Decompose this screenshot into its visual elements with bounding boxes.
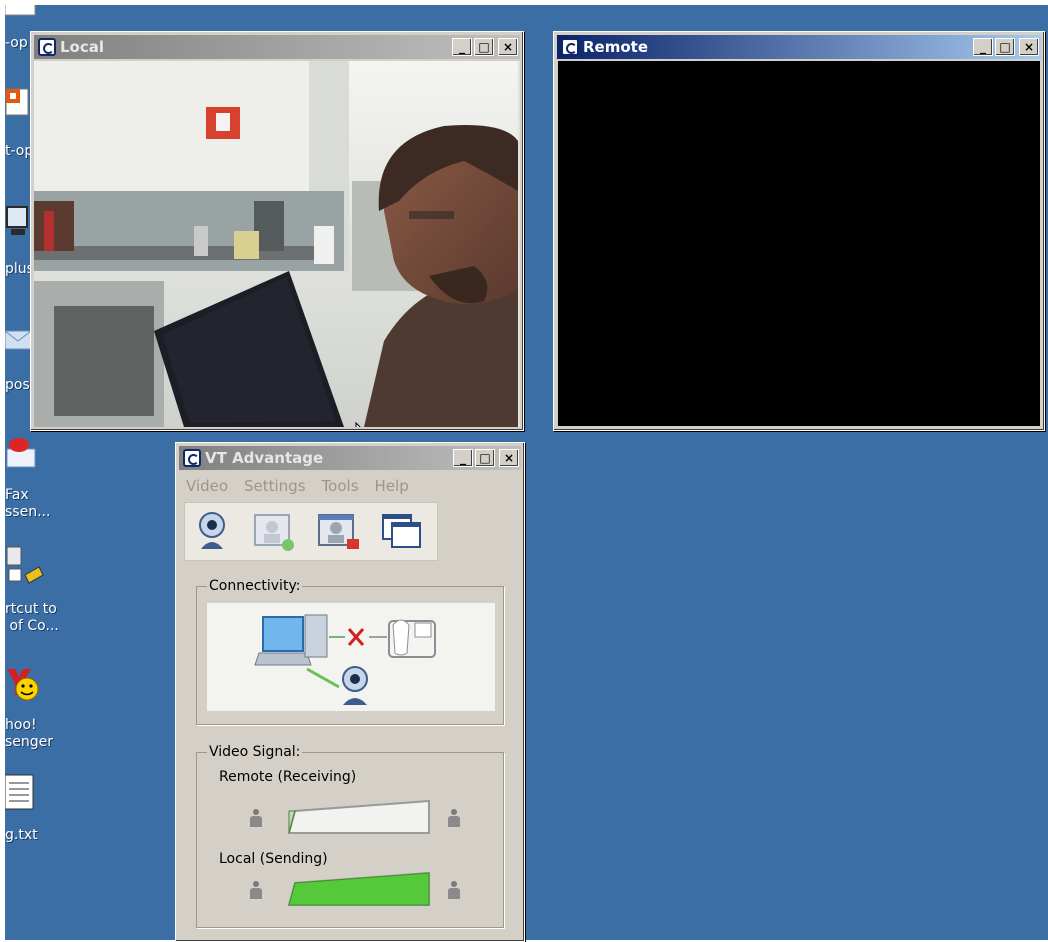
vt-app-icon [183, 449, 201, 467]
remote-signal-label: Remote (Receiving) [219, 769, 357, 785]
connectivity-legend: Connectivity: [207, 578, 303, 594]
text-file-icon [5, 774, 34, 810]
vt-app-icon [561, 38, 579, 56]
add-video-icon[interactable] [251, 509, 297, 553]
toolbar [184, 502, 438, 561]
menu-bar: Video Settings Tools Help [186, 477, 409, 495]
local-signal-meter [287, 871, 430, 906]
video-signal-group: Video Signal: Remote (Receiving) Local (… [196, 744, 504, 928]
yahoo-messenger-icon [7, 669, 39, 701]
person-icon [447, 881, 461, 899]
computer-icon [254, 614, 328, 666]
desktop-icon-label: g.txt [5, 827, 38, 843]
person-icon [249, 809, 263, 827]
local-camera-image [34, 61, 518, 427]
menu-settings[interactable]: Settings [244, 477, 306, 495]
vt-titlebar[interactable]: VT Advantage _ □ × [179, 446, 521, 470]
desktop-icon-label: Fax ssen... [5, 487, 51, 520]
desktop-icon-fax[interactable]: Fax ssen... [5, 435, 75, 525]
minimize-button[interactable]: _ [452, 38, 472, 56]
minimize-button[interactable]: _ [973, 38, 993, 56]
connectivity-group: Connectivity: [196, 578, 504, 725]
vt-advantage-window[interactable]: VT Advantage _ □ × Video Settings Tools … [175, 442, 525, 942]
desktop-icon-shortcut[interactable]: rtcut to of Co... [5, 545, 75, 645]
local-video-feed [34, 61, 520, 427]
menu-video[interactable]: Video [186, 477, 228, 495]
local-signal-label: Local (Sending) [219, 851, 328, 867]
connectivity-diagram [254, 614, 436, 705]
camera-icon[interactable] [189, 509, 235, 553]
connectivity-status-panel [207, 603, 495, 711]
maximize-button[interactable]: □ [995, 38, 1015, 56]
stop-video-icon[interactable] [315, 509, 361, 553]
minimize-button[interactable]: _ [453, 449, 473, 467]
vt-window-title: VT Advantage [205, 449, 324, 467]
camera-icon [342, 666, 368, 705]
close-button[interactable]: × [498, 38, 518, 56]
close-button[interactable]: × [1019, 38, 1039, 56]
close-button[interactable]: × [499, 449, 519, 467]
remote-signal-meter [287, 799, 430, 834]
menu-help[interactable]: Help [375, 477, 409, 495]
desktop-icon-txt[interactable]: g.txt [5, 773, 75, 873]
disconnected-x-icon [347, 628, 365, 646]
desktop-icon-label: rtcut to of Co... [5, 601, 59, 634]
document-icon [5, 5, 36, 16]
vt-app-icon [38, 38, 56, 56]
remote-window-title: Remote [583, 38, 649, 56]
local-titlebar[interactable]: Local _ □ × [34, 35, 520, 59]
desktop-icon-label: -op [5, 35, 28, 51]
desktop-icon-yahoo[interactable]: hoo! senger [5, 665, 75, 765]
maximize-button[interactable]: □ [474, 38, 494, 56]
fax-icon [6, 438, 36, 468]
remote-video-window[interactable]: Remote _ □ × [553, 31, 1045, 431]
remote-titlebar[interactable]: Remote _ □ × [557, 35, 1041, 59]
person-icon [249, 881, 263, 899]
shortcut-icon [6, 546, 44, 584]
ip-phone-icon [388, 619, 436, 658]
local-video-window[interactable]: Local _ □ × [30, 31, 524, 431]
windows-icon[interactable] [379, 509, 425, 553]
desktop-icon-label: hoo! senger [5, 717, 54, 750]
local-window-title: Local [60, 38, 105, 56]
menu-tools[interactable]: Tools [322, 477, 359, 495]
person-icon [447, 809, 461, 827]
video-signal-legend: Video Signal: [207, 744, 303, 760]
remote-video-feed [558, 61, 1040, 426]
maximize-button[interactable]: □ [475, 449, 495, 467]
